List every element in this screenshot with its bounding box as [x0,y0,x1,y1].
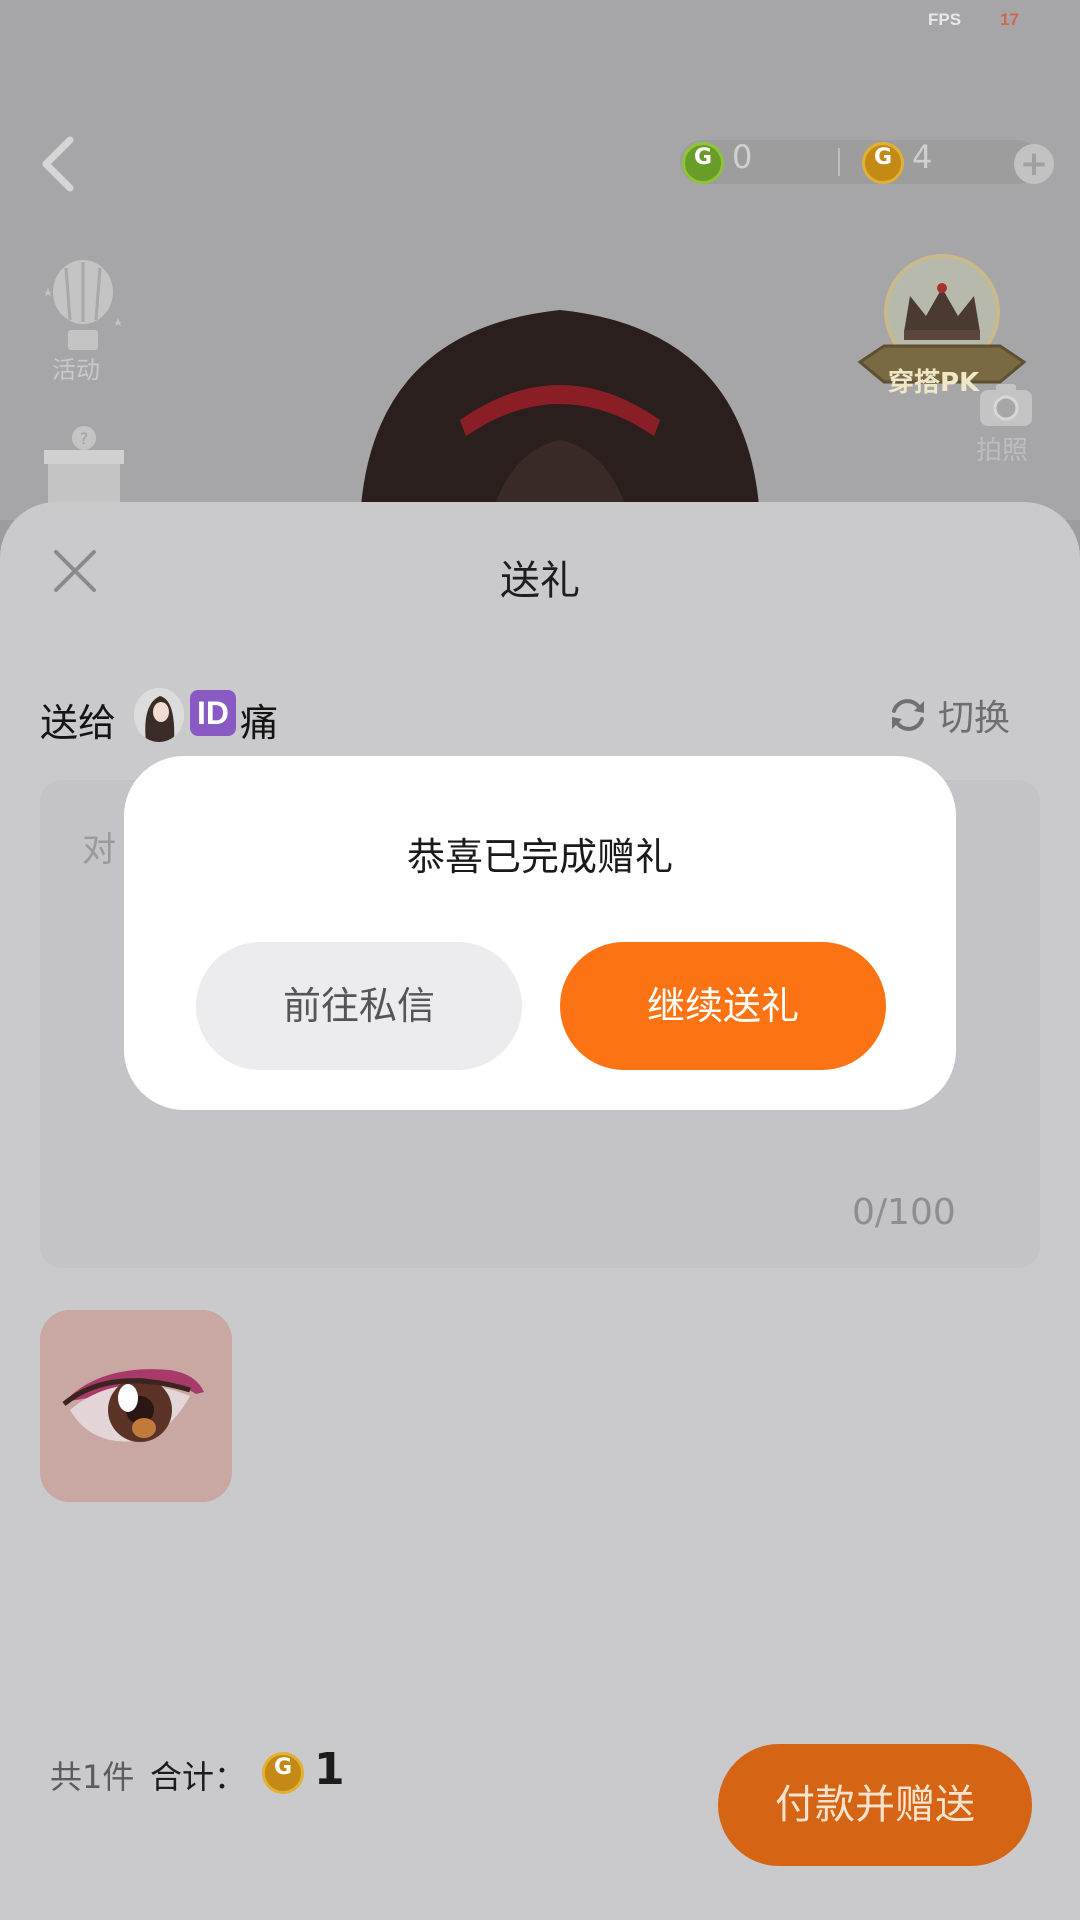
hot-air-balloon-icon[interactable] [40,258,126,358]
id-badge: ID [190,690,236,736]
add-currency-button[interactable]: + [1014,144,1054,184]
message-char-counter: 0/100 [852,1192,956,1233]
green-coin-icon: G [682,142,724,184]
gold-coin-balance: 4 [912,138,933,176]
switch-label: 切换 [938,698,1011,739]
svg-text:?: ? [80,429,89,448]
currency-divider [838,148,840,176]
total-value: 1 [314,1744,345,1795]
character-avatar [360,310,760,520]
refresh-icon [892,699,924,731]
camera-icon[interactable] [978,382,1034,428]
total-label: 合计： [150,1758,247,1796]
activity-label: 活动 [52,356,100,384]
outfit-pk-label: 穿搭PK [888,368,980,398]
continue-gifting-button[interactable]: 继续送礼 [560,942,886,1070]
back-arrow-icon[interactable] [38,136,78,192]
dialog-title: 恭喜已完成赠礼 [406,835,673,879]
camera-label: 拍照 [976,436,1029,466]
gold-coin-icon: G [862,142,904,184]
message-placeholder: 对 [82,830,116,870]
eye-makeup-gift-icon[interactable] [40,1310,232,1502]
gift-box-icon[interactable]: ? [42,424,126,504]
go-to-messages-button[interactable]: 前往私信 [196,942,522,1070]
green-coin-balance: 0 [732,138,753,176]
pay-and-send-button[interactable]: 付款并赠送 [718,1744,1032,1866]
send-to-label: 送给 [40,701,117,745]
recipient-avatar [134,688,184,742]
switch-recipient-button[interactable]: 切换 [888,692,1011,739]
item-count: 共1件 [50,1758,135,1796]
gold-coin-icon: G [262,1752,304,1794]
sheet-title: 送礼 [500,558,580,604]
fps-value: 17 [1000,10,1019,29]
fps-label: FPS [928,10,962,29]
recipient-name: 痛 [240,701,279,745]
gift-success-dialog: 恭喜已完成赠礼 前往私信 继续送礼 [124,756,956,1110]
